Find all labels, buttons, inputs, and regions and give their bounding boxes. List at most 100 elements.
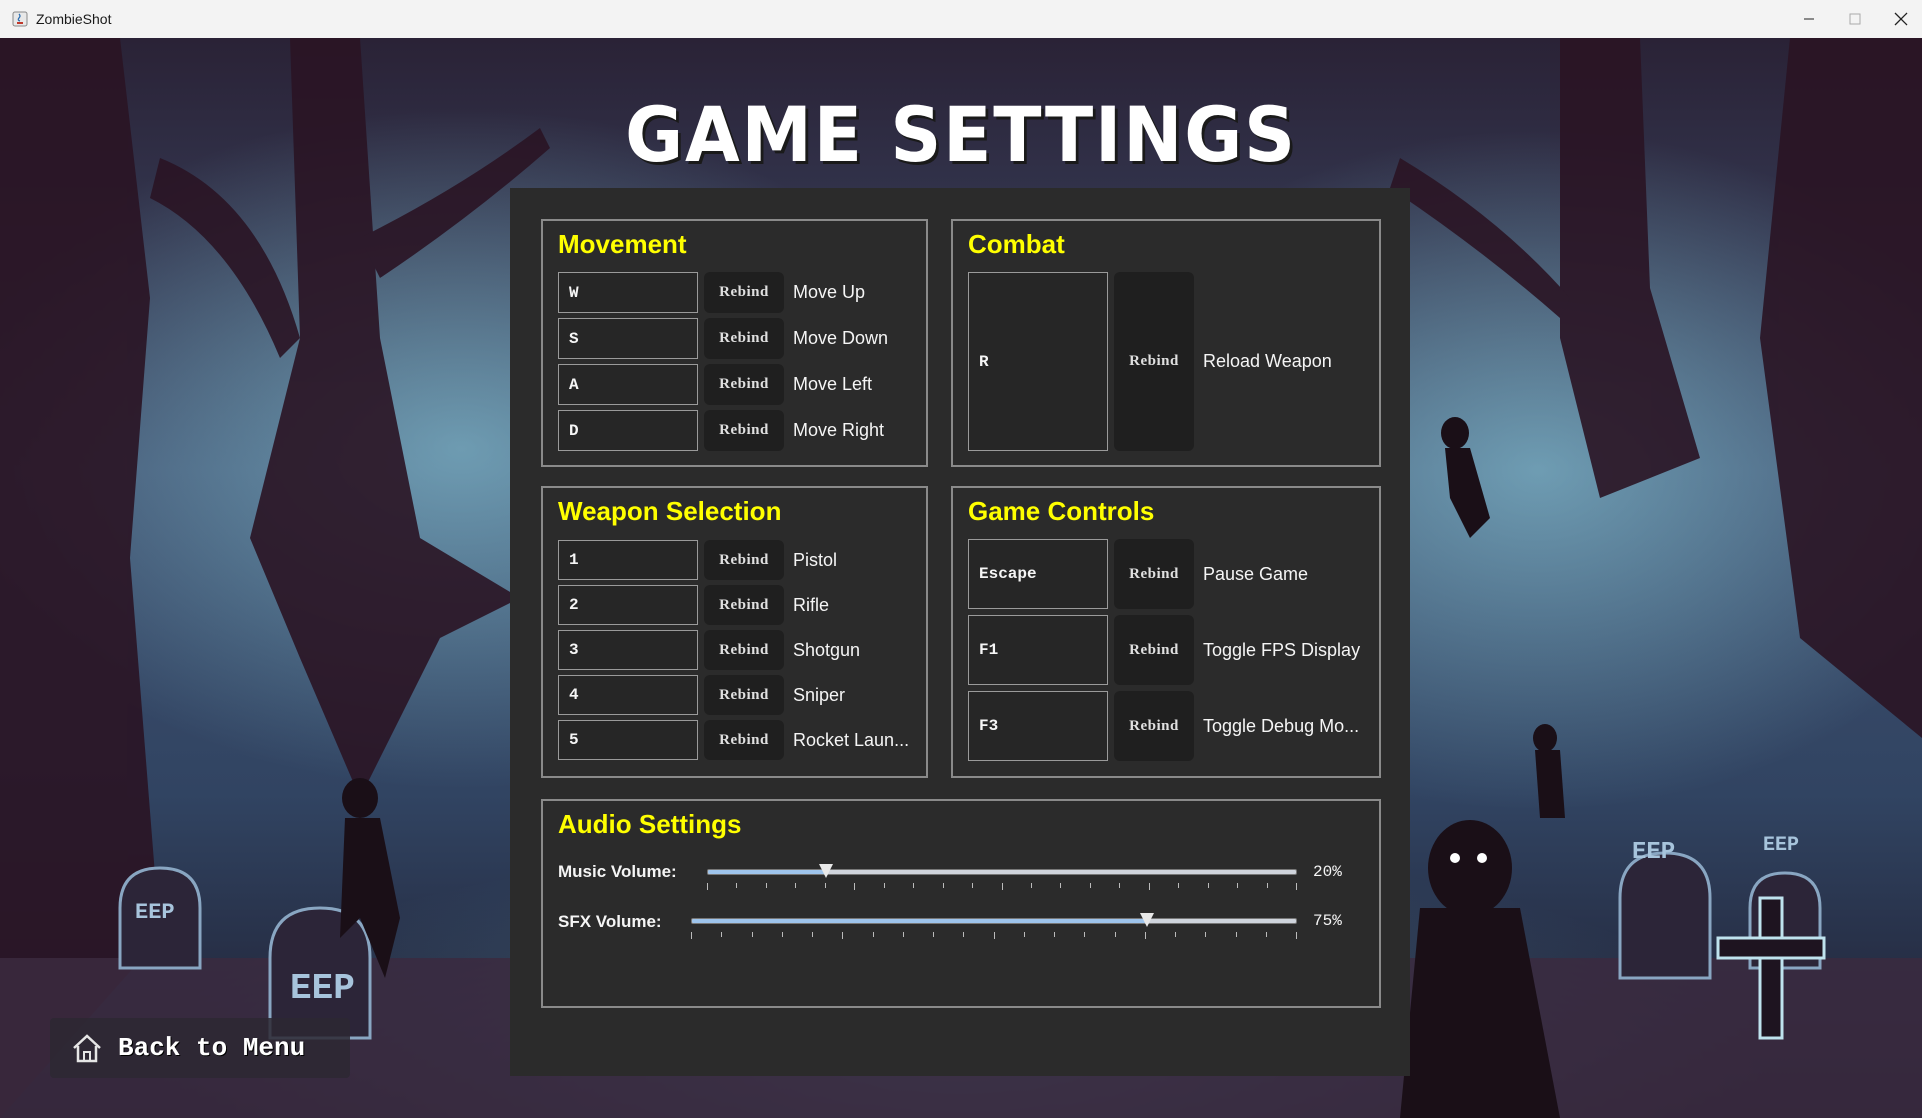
close-icon <box>1894 12 1908 26</box>
music-volume-tick <box>1030 883 1032 888</box>
sfx-volume-tick <box>1114 932 1116 937</box>
music-volume-tick <box>913 883 915 888</box>
combat-title: Combat <box>968 229 1065 259</box>
game-scene: EEP EEP EEP EEP GAME SETTINGS Movement W… <box>0 38 1922 1118</box>
rebind-button[interactable]: Rebind <box>704 318 784 359</box>
rebind-button[interactable]: Rebind <box>1114 539 1194 609</box>
rebind-button[interactable]: Rebind <box>704 410 784 451</box>
maximize-button[interactable] <box>1832 0 1878 38</box>
music-volume-tick <box>1178 883 1180 888</box>
control-action-label: Toggle Debug Mo... <box>1203 715 1360 736</box>
sfx-volume-tick <box>1205 932 1207 937</box>
music-volume-tick <box>1119 883 1121 888</box>
music-volume-fill <box>708 870 826 874</box>
combat-key-field[interactable]: R <box>968 272 1108 451</box>
sfx-volume-tick <box>1175 932 1176 937</box>
music-volume-slider[interactable] <box>707 864 1297 878</box>
weapon-key-field[interactable]: 2 <box>558 585 698 625</box>
sfx-volume-tick <box>781 932 783 937</box>
music-volume-tick <box>1060 883 1062 888</box>
rebind-button[interactable]: Rebind <box>704 630 784 670</box>
weapon-selection-title: Weapon Selection <box>558 496 782 526</box>
rebind-button[interactable]: Rebind <box>1114 272 1194 451</box>
music-volume-value: 20% <box>1313 863 1342 881</box>
movement-key-field[interactable]: S <box>558 318 698 359</box>
close-window-button[interactable] <box>1878 0 1922 38</box>
rebind-button[interactable]: Rebind <box>704 540 784 580</box>
minimize-icon <box>1804 18 1814 20</box>
music-volume-tick <box>942 883 944 888</box>
rebind-button[interactable]: Rebind <box>704 272 784 313</box>
sfx-volume-tick <box>1054 932 1055 937</box>
music-volume-tick <box>1296 883 1297 890</box>
sfx-volume-tick <box>1235 932 1237 937</box>
sfx-volume-tick <box>721 932 723 937</box>
control-key-field[interactable]: F3 <box>968 691 1108 761</box>
weapon-action-label: Sniper <box>793 684 846 705</box>
control-key-field[interactable]: F1 <box>968 615 1108 685</box>
sfx-volume-tick <box>1296 932 1297 939</box>
movement-action-label: Move Right <box>793 420 885 440</box>
sfx-volume-slider[interactable] <box>691 913 1297 927</box>
movement-action-label: Move Up <box>793 282 866 302</box>
movement-action-label: Move Down <box>793 328 889 348</box>
java-app-icon <box>12 11 28 27</box>
movement-group: Movement W Rebind Move Up S Rebind Move … <box>541 219 928 467</box>
sfx-volume-tick <box>1084 932 1086 937</box>
screen-title: GAME SETTINGS <box>625 90 1297 179</box>
back-to-menu-label: Back to Menu <box>118 1033 306 1063</box>
music-volume-tick <box>1266 883 1268 888</box>
rebind-button[interactable]: Rebind <box>704 585 784 625</box>
control-key-field[interactable]: Escape <box>968 539 1108 609</box>
sfx-volume-tick <box>1023 932 1025 937</box>
weapon-action-label: Pistol <box>793 549 838 570</box>
sfx-volume-tick <box>872 932 874 937</box>
weapon-key-field[interactable]: 1 <box>558 540 698 580</box>
window-title: ZombieShot <box>36 11 112 27</box>
sfx-volume-tick <box>842 932 844 939</box>
music-volume-tick <box>883 883 885 888</box>
movement-key-field[interactable]: A <box>558 364 698 405</box>
movement-title: Movement <box>558 229 687 259</box>
sfx-volume-value: 75% <box>1313 912 1342 930</box>
sfx-volume-tick <box>691 932 692 939</box>
rebind-button[interactable]: Rebind <box>1114 615 1194 685</box>
weapon-action-label: Rifle <box>793 594 830 615</box>
weapon-key-field[interactable]: 3 <box>558 630 698 670</box>
music-volume-tick <box>1207 883 1209 888</box>
rebind-button[interactable]: Rebind <box>704 364 784 405</box>
minimize-button[interactable] <box>1786 0 1832 38</box>
music-volume-tick <box>972 883 974 888</box>
audio-settings-title: Audio Settings <box>558 809 742 839</box>
weapon-action-label: Rocket Laun... <box>793 729 910 750</box>
movement-key-field[interactable]: W <box>558 272 698 313</box>
sfx-volume-label: SFX Volume: <box>558 912 662 931</box>
audio-settings-group: Audio Settings Music Volume: 20% SFX Vol… <box>541 799 1381 1008</box>
sfx-volume-tick <box>993 932 995 939</box>
rebind-button[interactable]: Rebind <box>704 720 784 760</box>
sfx-volume-tick <box>902 932 904 937</box>
rebind-button[interactable]: Rebind <box>704 675 784 715</box>
sfx-volume-tick <box>751 932 753 937</box>
music-volume-thumb[interactable] <box>819 864 833 878</box>
back-to-menu-button[interactable]: Back to Menu <box>50 1018 350 1078</box>
tombstone-text-3: EEP <box>1632 839 1675 866</box>
rebind-button[interactable]: Rebind <box>1114 691 1194 761</box>
settings-panel: Movement W Rebind Move Up S Rebind Move … <box>510 188 1410 1076</box>
weapon-action-label: Shotgun <box>793 639 861 660</box>
home-icon <box>73 1034 101 1063</box>
music-volume-tick <box>1237 883 1239 888</box>
movement-action-label: Move Left <box>793 374 873 394</box>
sfx-volume-tick <box>933 932 934 937</box>
movement-key-field[interactable]: D <box>558 410 698 451</box>
music-volume-tick <box>736 883 738 888</box>
control-action-label: Toggle FPS Display <box>1203 639 1361 660</box>
sfx-volume-tick <box>1265 932 1267 937</box>
sfx-volume-thumb[interactable] <box>1139 913 1154 927</box>
sfx-volume-fill <box>692 919 1147 923</box>
window-titlebar: ZombieShot <box>0 0 1922 39</box>
weapon-key-field[interactable]: 4 <box>558 675 698 715</box>
control-action-label: Pause Game <box>1203 563 1309 584</box>
weapon-key-field[interactable]: 5 <box>558 720 698 760</box>
music-volume-tick <box>1001 883 1003 890</box>
